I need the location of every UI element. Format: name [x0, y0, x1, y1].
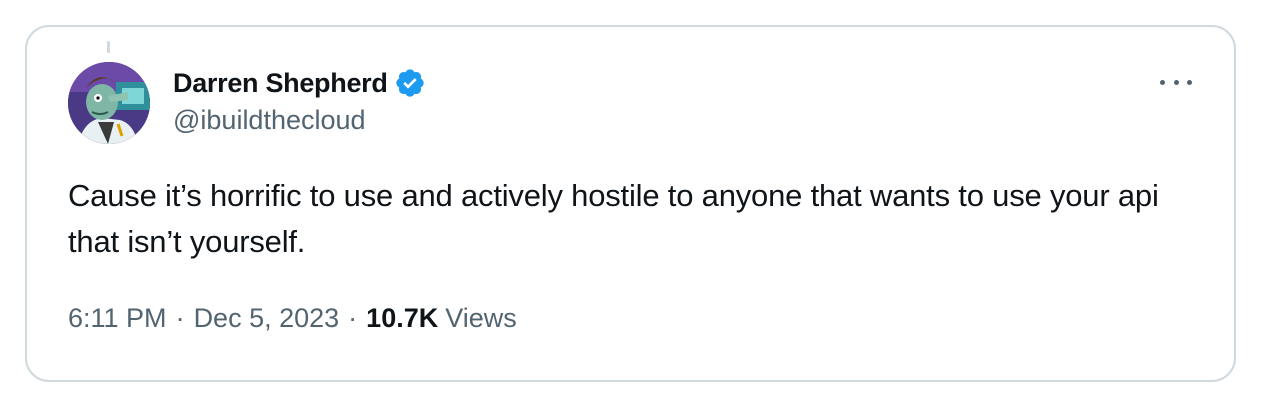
- verified-badge-icon[interactable]: [394, 67, 426, 99]
- meta-separator: ·: [175, 303, 185, 333]
- thread-connector-line: [107, 41, 110, 53]
- views-count[interactable]: 10.7K: [366, 303, 438, 334]
- tweet-text: Cause it’s horrific to use and actively …: [68, 178, 1159, 259]
- tweet-meta: 6:11 PM · Dec 5, 2023 · 10.7K Views: [68, 303, 517, 334]
- tweet-card[interactable]: Darren Shepherd @ibuildthecloud Cause it…: [25, 25, 1236, 382]
- more-options-button[interactable]: [1160, 71, 1192, 93]
- avatar[interactable]: [68, 62, 150, 144]
- name-row: Darren Shepherd: [173, 65, 426, 101]
- author-display-name[interactable]: Darren Shepherd: [173, 68, 388, 99]
- tweet-time[interactable]: 6:11 PM: [68, 303, 167, 334]
- author-handle[interactable]: @ibuildthecloud: [173, 105, 426, 136]
- cartoon-scientist-avatar-icon: [68, 62, 150, 144]
- more-options-icon-dot: [1173, 79, 1179, 85]
- views-label: Views: [445, 303, 517, 333]
- author-info: Darren Shepherd @ibuildthecloud: [173, 65, 426, 136]
- meta-separator: ·: [348, 303, 358, 333]
- tweet-date[interactable]: Dec 5, 2023: [194, 303, 340, 334]
- more-options-icon-dot: [1187, 79, 1192, 85]
- more-options-icon: [1160, 79, 1165, 85]
